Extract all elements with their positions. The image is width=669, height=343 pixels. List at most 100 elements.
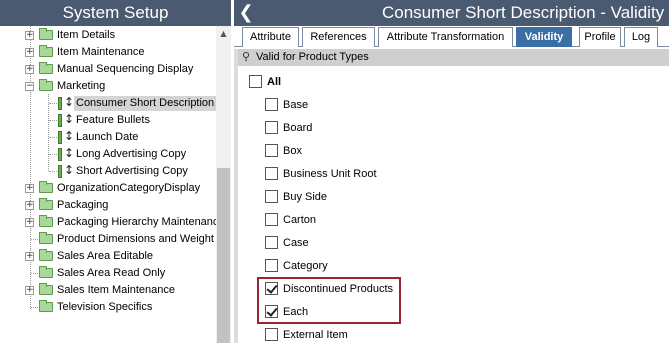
tree-item-label: Consumer Short Description bbox=[74, 96, 216, 111]
checkbox-row-business-unit-root[interactable]: Business Unit Root bbox=[265, 165, 425, 183]
setup-tree: + Item Details + Item Maintenance + Manu… bbox=[0, 26, 216, 343]
tree-item-sales-area-read-only[interactable]: Sales Area Read Only bbox=[0, 265, 216, 282]
tree-item-packaging-hierarchy-maintenance[interactable]: + Packaging Hierarchy Maintenanc bbox=[0, 214, 216, 231]
expand-icon[interactable]: + bbox=[25, 184, 34, 193]
tree-item-long-advertising-copy[interactable]: ↕ Long Advertising Copy bbox=[0, 146, 216, 163]
folder-icon bbox=[39, 28, 53, 40]
checkbox-label: Case bbox=[283, 237, 309, 249]
checkbox-row-box[interactable]: Box bbox=[265, 142, 425, 160]
expand-icon[interactable]: + bbox=[25, 31, 34, 40]
checkbox[interactable] bbox=[265, 236, 278, 249]
tree-guide-line bbox=[49, 120, 57, 121]
tab-attribute[interactable]: Attribute bbox=[242, 27, 299, 47]
scrollbar-thumb[interactable] bbox=[217, 168, 230, 343]
tree-item-label: Item Maintenance bbox=[57, 46, 145, 58]
checkbox-row-category[interactable]: Category bbox=[265, 257, 425, 275]
page-title: Consumer Short Description - Validity bbox=[382, 3, 665, 22]
tree-item-short-advertising-copy[interactable]: ↕ Short Advertising Copy bbox=[0, 163, 216, 180]
checkbox-label: Business Unit Root bbox=[283, 168, 377, 180]
checkbox-label: External Item bbox=[283, 329, 348, 341]
folder-icon bbox=[39, 232, 53, 244]
checkbox-label: Category bbox=[283, 260, 328, 272]
tree-item-manual-sequencing-display[interactable]: + Manual Sequencing Display bbox=[0, 61, 216, 78]
attribute-icon: ↕ bbox=[58, 95, 74, 110]
expand-icon[interactable]: + bbox=[25, 286, 34, 295]
tree-item-launch-date[interactable]: ↕ Launch Date bbox=[0, 129, 216, 146]
tree-item-organization-category-display[interactable]: + OrganizationCategoryDisplay bbox=[0, 180, 216, 197]
tab-validity[interactable]: Validity bbox=[516, 27, 572, 47]
attribute-icon: ↕ bbox=[58, 163, 74, 178]
checkbox-row-carton[interactable]: Carton bbox=[265, 211, 425, 229]
checkbox[interactable] bbox=[265, 144, 278, 157]
folder-icon bbox=[39, 79, 53, 91]
checkbox-label: Base bbox=[283, 99, 309, 111]
section-title: Valid for Product Types bbox=[256, 51, 369, 63]
system-setup-title: System Setup bbox=[0, 0, 231, 26]
tree-item-label: Sales Area Editable bbox=[57, 250, 154, 262]
tree-item-sales-area-editable[interactable]: + Sales Area Editable bbox=[0, 248, 216, 265]
section-header: ⚲ Valid for Product Types bbox=[238, 49, 669, 66]
checkbox-row-case[interactable]: Case bbox=[265, 234, 425, 252]
pin-icon: ⚲ bbox=[242, 50, 251, 63]
tree-item-item-details[interactable]: + Item Details bbox=[0, 27, 216, 44]
tree-item-marketing[interactable]: − Marketing bbox=[0, 78, 216, 95]
tree-item-label: Packaging bbox=[57, 199, 109, 211]
tree-item-label: Television Specifics bbox=[57, 301, 153, 313]
expand-icon[interactable]: + bbox=[25, 65, 34, 74]
expand-icon[interactable]: + bbox=[25, 218, 34, 227]
folder-icon bbox=[39, 62, 53, 74]
checkbox-label: Board bbox=[283, 122, 313, 134]
checkbox[interactable] bbox=[265, 167, 278, 180]
checkbox-label: Buy Side bbox=[283, 191, 328, 203]
checkbox-row-all[interactable]: All bbox=[249, 73, 369, 91]
tab-references[interactable]: References bbox=[302, 27, 375, 47]
system-setup-panel: System Setup + Item Details + Item Maint… bbox=[0, 0, 231, 343]
tree-item-item-maintenance[interactable]: + Item Maintenance bbox=[0, 44, 216, 61]
checkbox-row-external-item[interactable]: External Item bbox=[265, 326, 425, 343]
checkbox-all[interactable] bbox=[249, 75, 262, 88]
tree-guide-line bbox=[49, 154, 57, 155]
checkbox-row-buy-side[interactable]: Buy Side bbox=[265, 188, 425, 206]
tree-item-label: OrganizationCategoryDisplay bbox=[57, 182, 201, 194]
checkbox[interactable] bbox=[265, 328, 278, 341]
checkbox-row-base[interactable]: Base bbox=[265, 96, 425, 114]
tree-item-packaging[interactable]: + Packaging bbox=[0, 197, 216, 214]
tree-item-label: Packaging Hierarchy Maintenanc bbox=[57, 216, 216, 228]
expand-icon[interactable]: + bbox=[25, 48, 34, 57]
checkbox[interactable] bbox=[265, 121, 278, 134]
folder-icon bbox=[39, 266, 53, 278]
tab-attribute-transformation[interactable]: Attribute Transformation bbox=[378, 27, 513, 47]
folder-icon bbox=[39, 300, 53, 312]
checkbox-row-board[interactable]: Board bbox=[265, 119, 425, 137]
tree-item-label: Feature Bullets bbox=[76, 114, 150, 126]
collapse-icon[interactable]: − bbox=[25, 82, 34, 91]
attribute-icon: ↕ bbox=[58, 112, 74, 127]
tree-guide-line bbox=[31, 239, 38, 240]
tree-scrollbar[interactable]: ▲ bbox=[216, 26, 231, 343]
tree-item-label: Product Dimensions and Weight bbox=[57, 233, 214, 245]
tree-guide-line bbox=[31, 307, 38, 308]
tree-item-product-dimensions-and-weight[interactable]: Product Dimensions and Weight bbox=[0, 231, 216, 248]
folder-icon bbox=[39, 249, 53, 261]
tree-item-feature-bullets[interactable]: ↕ Feature Bullets bbox=[0, 112, 216, 129]
scroll-up-arrow-icon[interactable]: ▲ bbox=[216, 26, 231, 41]
checkbox[interactable] bbox=[265, 190, 278, 203]
tab-bar: Attribute References Attribute Transform… bbox=[234, 26, 669, 47]
expand-icon[interactable]: + bbox=[25, 252, 34, 261]
folder-icon bbox=[39, 283, 53, 295]
checkbox[interactable] bbox=[265, 213, 278, 226]
content-gutter bbox=[234, 49, 238, 343]
tree-item-television-specifics[interactable]: Television Specifics bbox=[0, 299, 216, 316]
checkbox[interactable] bbox=[265, 259, 278, 272]
tree-item-label: Item Details bbox=[57, 29, 116, 41]
tab-profile[interactable]: Profile bbox=[579, 27, 621, 47]
folder-icon bbox=[39, 198, 53, 210]
validity-panel: ❮ Consumer Short Description - Validity … bbox=[234, 0, 669, 343]
tree-item-sales-item-maintenance[interactable]: + Sales Item Maintenance bbox=[0, 282, 216, 299]
expand-icon[interactable]: + bbox=[25, 201, 34, 210]
checkbox[interactable] bbox=[265, 98, 278, 111]
tree-item-label: Launch Date bbox=[76, 131, 139, 143]
back-arrow-icon[interactable]: ❮ bbox=[237, 2, 255, 24]
tree-item-consumer-short-description[interactable]: ↕ Consumer Short Description bbox=[0, 95, 216, 112]
tab-log[interactable]: Log bbox=[624, 27, 658, 47]
